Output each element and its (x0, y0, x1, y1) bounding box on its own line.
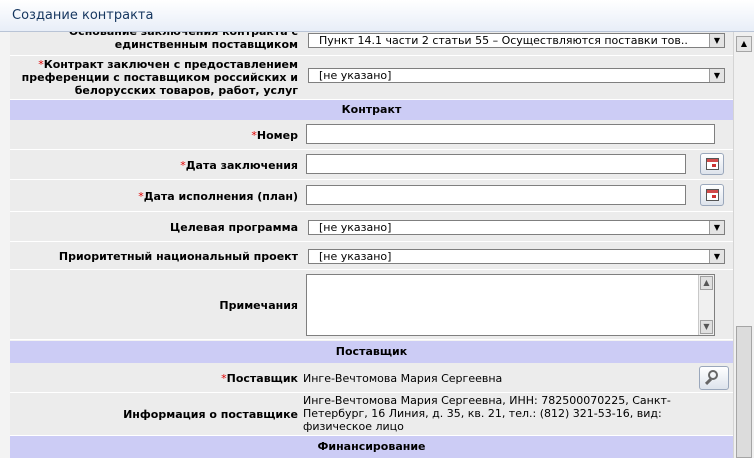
row-date-execution: *Дата исполнения (план) (10, 180, 733, 212)
date-execution-label-text: Дата исполнения (план) (143, 190, 298, 203)
date-signed-label-text: Дата заключения (185, 159, 298, 172)
page-scrollbar[interactable]: ▲ (733, 32, 754, 458)
preference-label-text: Контракт заключен с предоставлением преф… (21, 58, 298, 97)
section-contract: Контракт (10, 100, 733, 120)
section-supplier: Поставщик (10, 341, 733, 363)
row-notes: Примечания ▲ ▼ (10, 270, 733, 340)
dropdown-arrow-icon[interactable]: ▼ (709, 221, 724, 234)
target-program-label: Целевая программа (170, 221, 298, 234)
contract-number-input[interactable] (306, 124, 715, 144)
national-project-label: Приоритетный национальный проект (58, 250, 298, 263)
date-signed-label: *Дата заключения (10, 159, 298, 172)
contract-number-label-text: Номер (256, 129, 298, 142)
basis-select-value: Пункт 14.1 части 2 статьи 55 – Осуществл… (319, 34, 688, 47)
basis-label: Основание заключения контракта с единств… (69, 32, 298, 51)
national-project-select[interactable]: [не указано] ▼ (308, 249, 725, 264)
row-target-program: Целевая программа [не указано] ▼ (10, 212, 733, 242)
supplier-label: *Поставщик (10, 372, 298, 385)
contract-number-label: *Номер (10, 129, 298, 142)
window-title: Создание контракта (12, 8, 154, 23)
calendar-icon (706, 158, 719, 170)
supplier-value: Инге-Вечтомова Мария Сергеевна (303, 372, 503, 385)
supplier-info-label: Информация о поставщике (123, 408, 298, 421)
date-signed-input[interactable] (306, 154, 686, 174)
supplier-info-value: Инге-Вечтомова Мария Сергеевна, ИНН: 782… (303, 394, 671, 433)
dropdown-arrow-icon[interactable]: ▼ (709, 34, 724, 47)
scroll-up-icon[interactable]: ▲ (700, 276, 713, 290)
row-supplier: *Поставщик Инге-Вечтомова Мария Сергеевн… (10, 363, 733, 393)
date-execution-input[interactable] (306, 185, 686, 205)
preference-select[interactable]: [не указано] ▼ (308, 68, 725, 83)
notes-textarea[interactable]: ▲ ▼ (306, 274, 715, 336)
section-financing: Финансирование (10, 436, 733, 458)
basis-select[interactable]: Пункт 14.1 части 2 статьи 55 – Осуществл… (308, 33, 725, 48)
notes-label: Примечания (219, 299, 298, 312)
scrollbar-thumb[interactable] (736, 326, 752, 458)
row-preference: *Контракт заключен с предоставлением пре… (10, 56, 733, 100)
scroll-down-icon[interactable]: ▼ (700, 320, 713, 334)
notes-scrollbar[interactable]: ▲ ▼ (698, 275, 714, 335)
supplier-search-button[interactable] (699, 366, 729, 390)
calendar-icon (706, 189, 719, 201)
row-contract-number: *Номер (10, 120, 733, 150)
date-signed-calendar-button[interactable] (700, 153, 724, 175)
form-content: Основание заключения контракта с единств… (0, 32, 733, 458)
preference-label: *Контракт заключен с предоставлением пре… (10, 58, 298, 97)
dropdown-arrow-icon[interactable]: ▼ (709, 250, 724, 263)
supplier-label-text: Поставщик (226, 372, 298, 385)
date-execution-label: *Дата исполнения (план) (10, 190, 298, 203)
preference-select-value: [не указано] (319, 69, 392, 82)
target-program-select[interactable]: [не указано] ▼ (308, 220, 725, 235)
row-basis: Основание заключения контракта с единств… (10, 32, 733, 56)
row-national-project: Приоритетный национальный проект [не ука… (10, 242, 733, 270)
date-execution-calendar-button[interactable] (700, 184, 724, 206)
scroll-up-icon[interactable]: ▲ (736, 36, 752, 52)
row-date-signed: *Дата заключения (10, 150, 733, 180)
target-program-select-value: [не указано] (319, 221, 392, 234)
dropdown-arrow-icon[interactable]: ▼ (709, 69, 724, 82)
national-project-select-value: [не указано] (319, 250, 392, 263)
row-supplier-info: Информация о поставщике Инге-Вечтомова М… (10, 393, 733, 436)
window-titlebar: Создание контракта (0, 0, 754, 32)
